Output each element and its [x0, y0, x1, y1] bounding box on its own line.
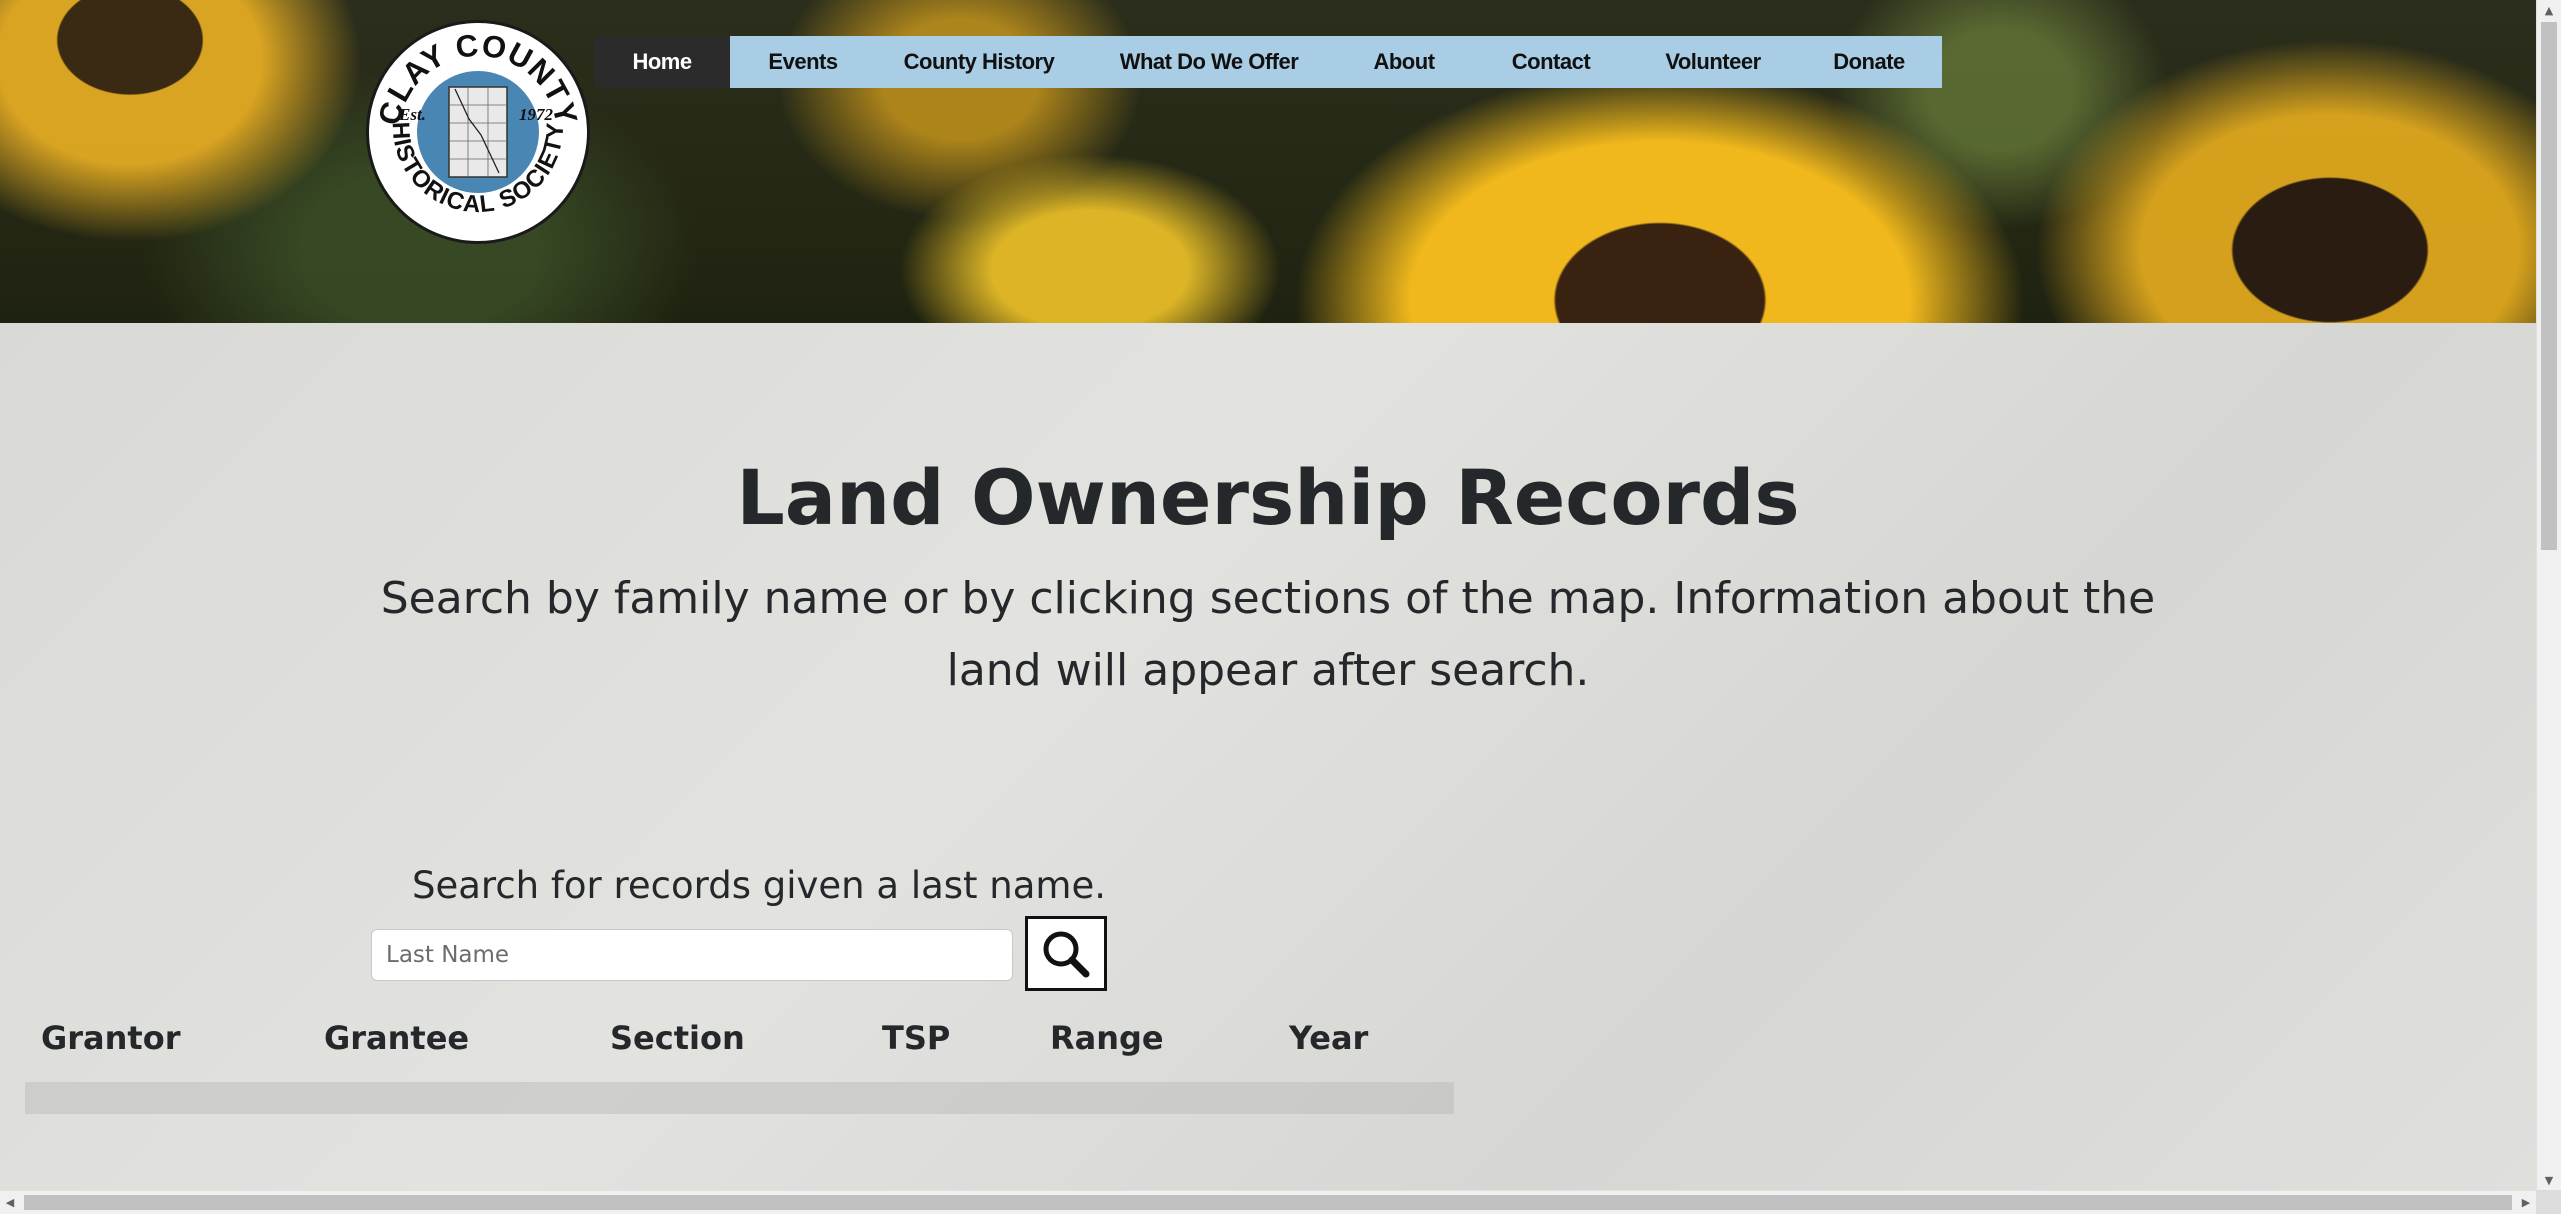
search-label: Search for records given a last name. — [412, 864, 1107, 907]
horizontal-scrollbar[interactable]: ◀ ▶ — [0, 1190, 2536, 1214]
vertical-scrollbar[interactable]: ▲ ▼ — [2536, 0, 2561, 1190]
nav-county-history[interactable]: County History — [876, 36, 1082, 88]
header-banner: CLAY COUNTY HISTORICAL SOCIETY Est. 1972… — [0, 0, 2536, 323]
page-title: Land Ownership Records — [736, 453, 1800, 542]
scroll-left-arrow-icon[interactable]: ◀ — [0, 1191, 20, 1214]
scroll-right-arrow-icon[interactable]: ▶ — [2516, 1191, 2536, 1214]
column-header-section[interactable]: Section — [610, 1019, 745, 1057]
records-table-header: Grantor Grantee Section TSP Range Year — [0, 1019, 1454, 1063]
horizontal-scroll-thumb[interactable] — [24, 1195, 2512, 1210]
logo-year-text: 1972 — [519, 105, 554, 124]
nav-about[interactable]: About — [1336, 36, 1472, 88]
nav-events[interactable]: Events — [730, 36, 876, 88]
search-icon — [1043, 931, 1090, 978]
logo-seal: CLAY COUNTY HISTORICAL SOCIETY Est. 1972 — [371, 27, 583, 218]
site-logo[interactable]: CLAY COUNTY HISTORICAL SOCIETY Est. 1972 — [366, 20, 590, 244]
main-nav: Home Events County History What Do We Of… — [594, 36, 1942, 88]
column-header-grantor[interactable]: Grantor — [41, 1019, 180, 1057]
logo-est-text: Est. — [398, 105, 426, 124]
scrollbar-corner — [2536, 1190, 2561, 1214]
column-header-range[interactable]: Range — [1050, 1019, 1164, 1057]
nav-home[interactable]: Home — [594, 36, 730, 88]
nav-contact[interactable]: Contact — [1472, 36, 1630, 88]
column-header-year[interactable]: Year — [1289, 1019, 1368, 1057]
nav-donate[interactable]: Donate — [1796, 36, 1942, 88]
nav-what-do-we-offer[interactable]: What Do We Offer — [1082, 36, 1336, 88]
column-header-tsp[interactable]: TSP — [882, 1019, 950, 1057]
main-content: Land Ownership Records Search by family … — [0, 323, 2536, 1192]
scroll-up-arrow-icon[interactable]: ▲ — [2537, 0, 2561, 20]
column-header-grantee[interactable]: Grantee — [324, 1019, 469, 1057]
nav-volunteer[interactable]: Volunteer — [1630, 36, 1796, 88]
scroll-down-arrow-icon[interactable]: ▼ — [2537, 1170, 2561, 1190]
search-button[interactable] — [1025, 916, 1107, 991]
page-subtitle: Search by family name or by clicking sec… — [380, 573, 2156, 696]
vertical-scroll-thumb[interactable] — [2541, 22, 2557, 550]
table-row — [25, 1082, 1454, 1114]
last-name-input[interactable] — [371, 929, 1013, 981]
